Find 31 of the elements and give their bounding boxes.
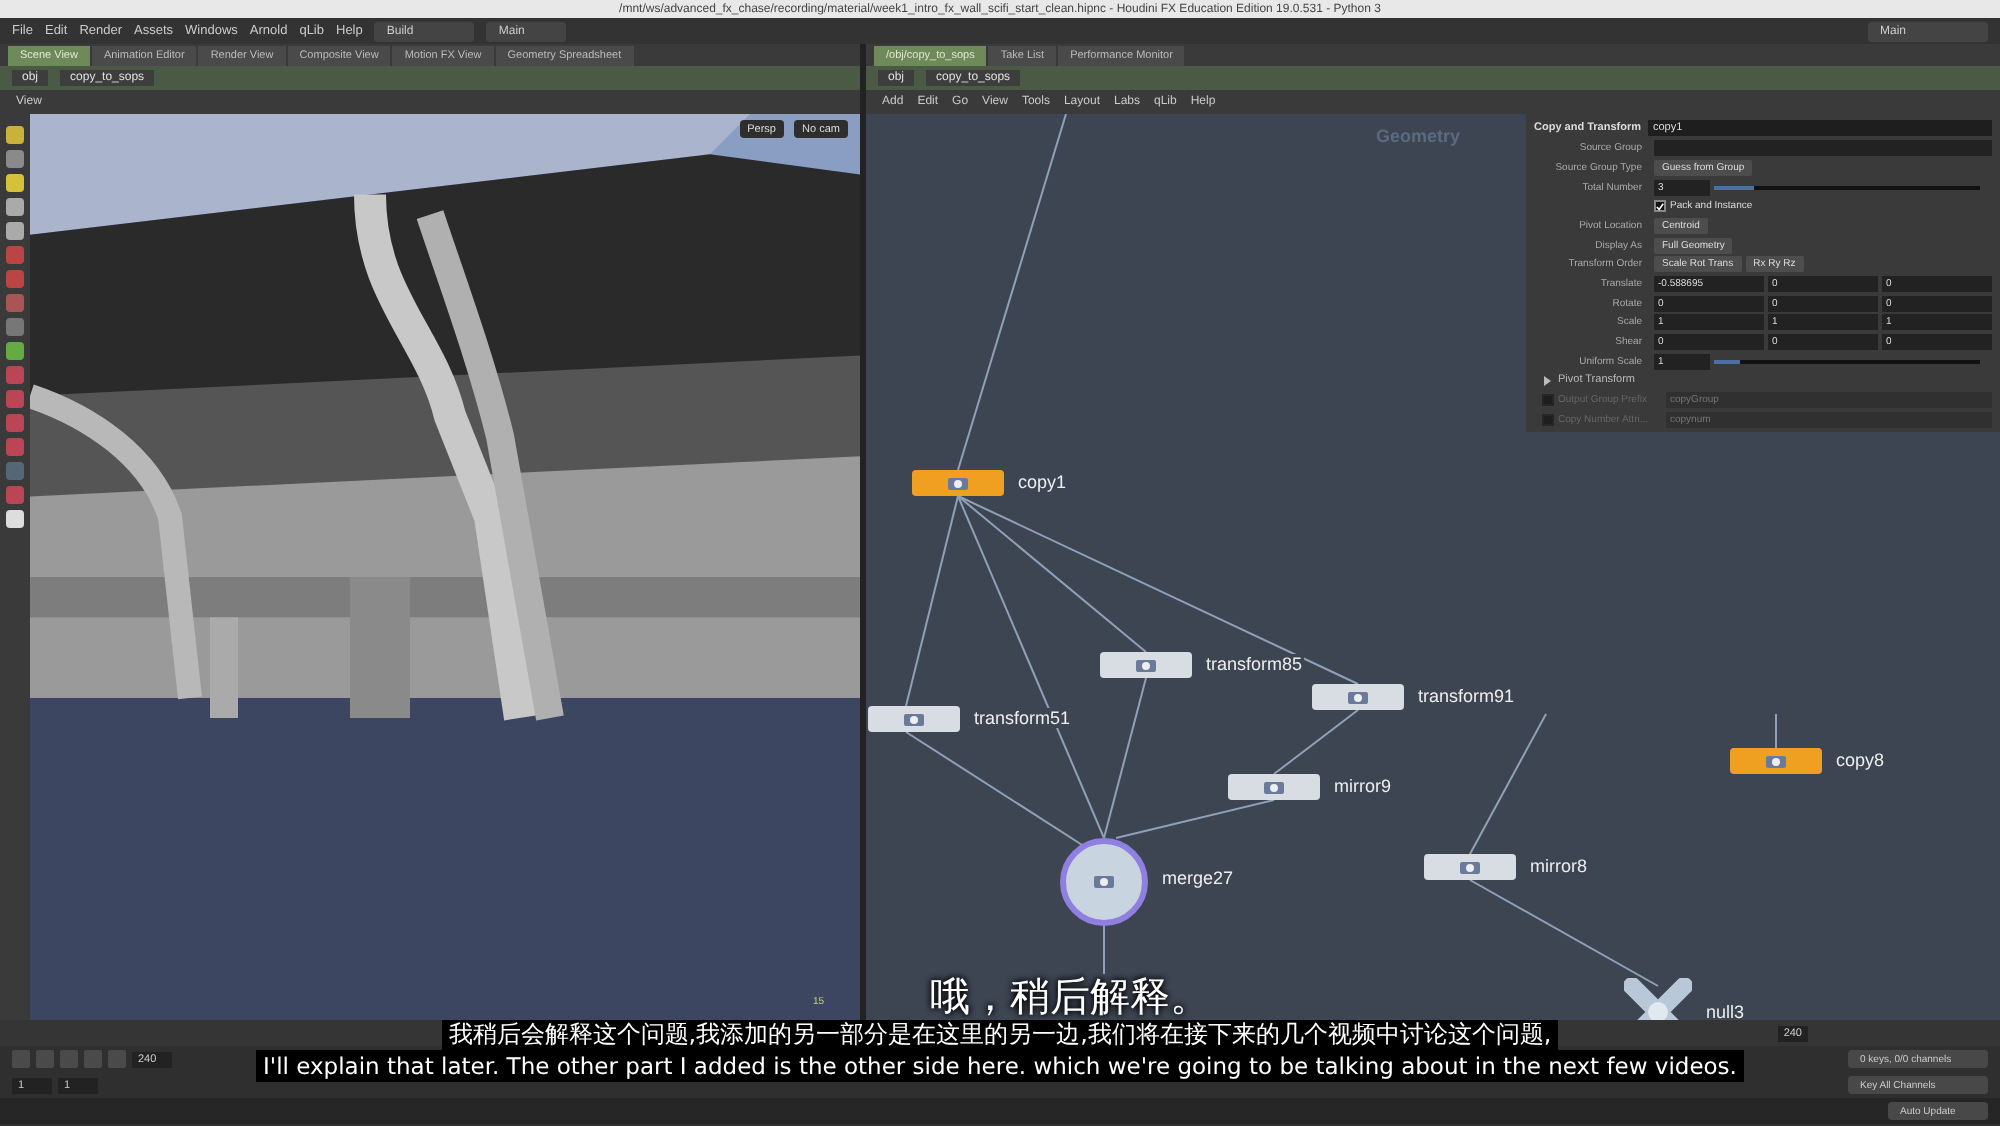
node-label: transform51 [972,708,1073,728]
node[interactable] [1228,774,1320,800]
subtitle-title: 哦，稍后解释。 [930,972,1210,1020]
node-label: copy8 [1834,750,1887,770]
checkbox[interactable] [1654,200,1666,213]
node-icon [902,711,926,727]
node-label: transform85 [1204,654,1305,674]
text-field[interactable] [1654,140,1992,157]
node-icon [1262,779,1286,795]
node[interactable] [868,706,960,732]
node-icon [1764,753,1788,769]
node-label: transform91 [1416,686,1517,706]
node-icon [1092,874,1116,890]
node[interactable] [1730,748,1822,774]
collapsed-arrow-icon[interactable] [1542,375,1552,386]
node-icon [946,475,970,491]
node-label: merge27 [1160,868,1236,888]
node-icon [1458,859,1482,875]
node-icon [1346,689,1370,705]
slider[interactable] [1714,359,1980,364]
node[interactable] [1100,652,1192,678]
node-icon [1134,657,1158,673]
node-label: null3 [1704,1002,1747,1020]
node[interactable] [912,470,1004,496]
slider[interactable] [1714,185,1980,190]
merge-node[interactable] [1060,838,1148,926]
node[interactable] [1424,854,1516,880]
node[interactable] [1312,684,1404,710]
node-label: copy1 [1016,472,1069,492]
node-label: mirror9 [1332,776,1393,796]
node-label: mirror8 [1528,856,1589,876]
